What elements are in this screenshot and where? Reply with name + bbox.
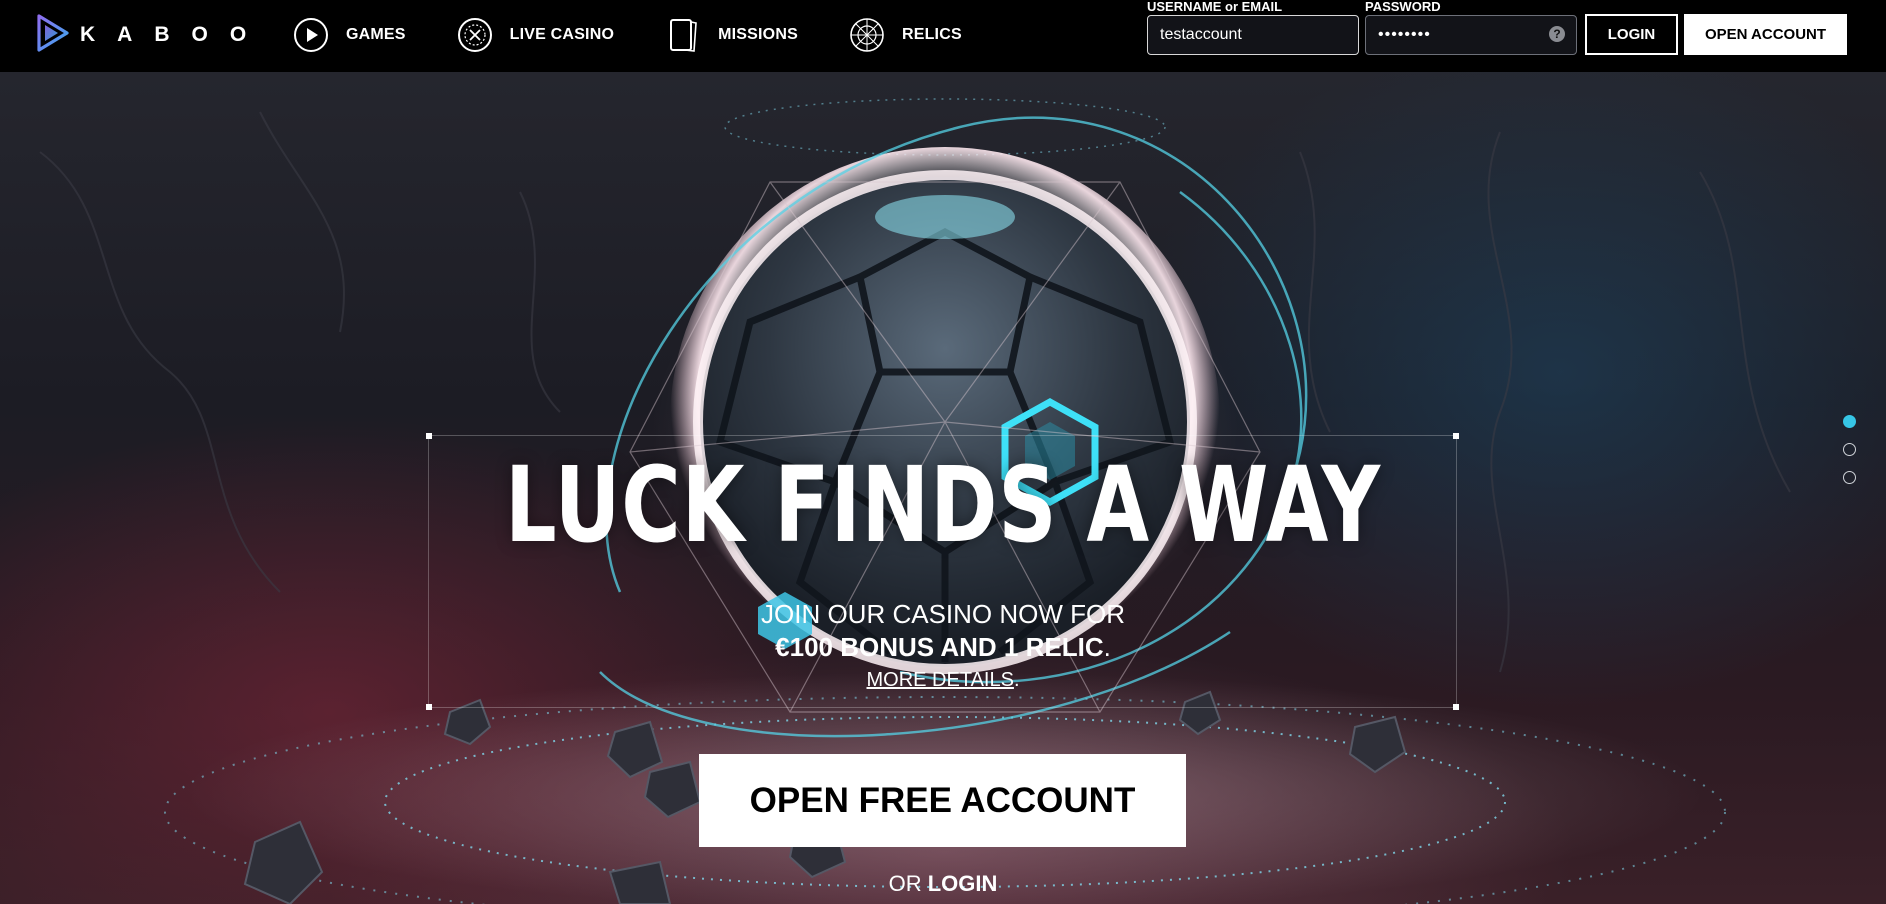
nav-item-relics[interactable]: RELICS: [848, 16, 962, 54]
nav-item-games[interactable]: GAMES: [292, 16, 406, 54]
nav-label-relics: RELICS: [901, 26, 962, 43]
nav-label-games: GAMES: [346, 26, 406, 43]
carousel-dot-1[interactable]: [1843, 415, 1856, 428]
frame-corner: [1453, 704, 1459, 710]
more-details-suffix: .: [1013, 669, 1020, 691]
hero-subline: JOIN OUR CASINO NOW FOR: [761, 599, 1125, 629]
main-nav: GAMES LIVE CASINO MISSIONS RELICS: [292, 12, 1012, 58]
password-input[interactable]: [1365, 15, 1577, 55]
offer-text: €100 BONUS AND 1 RELIC: [775, 632, 1104, 662]
password-group: PASSWORD ?: [1365, 0, 1577, 55]
nav-label-live-casino: LIVE CASINO: [509, 26, 615, 43]
help-icon[interactable]: ?: [1549, 26, 1565, 42]
or-login-row: OR LOGIN: [0, 871, 1886, 897]
brand-name: KABOO: [80, 23, 269, 46]
username-group: USERNAME or EMAIL: [1147, 0, 1359, 55]
cards-icon: [664, 16, 702, 54]
password-label: PASSWORD: [1365, 0, 1441, 14]
kaboo-play-logo-icon: [36, 13, 70, 57]
frame-corner: [426, 704, 432, 710]
play-circle-icon: [292, 16, 330, 54]
carousel-dot-3[interactable]: [1843, 471, 1856, 484]
username-input[interactable]: [1147, 15, 1359, 55]
kaboo-logo-link[interactable]: KABOO: [36, 13, 269, 57]
hero-login-link[interactable]: LOGIN: [928, 871, 998, 896]
top-navigation-bar: KABOO GAMES LIVE CASINO MISSIONS RELICS …: [0, 0, 1886, 72]
open-free-account-button[interactable]: OPEN FREE ACCOUNT: [699, 754, 1186, 847]
carousel-indicators: [1843, 415, 1857, 499]
more-details-row: MORE DETAILS.: [0, 669, 1886, 692]
nav-item-missions[interactable]: MISSIONS: [664, 16, 798, 54]
hero-offer: €100 BONUS AND 1 RELIC.: [0, 632, 1886, 662]
carousel-dot-2[interactable]: [1843, 443, 1856, 456]
relic-sphere-icon: [848, 16, 886, 54]
open-account-button[interactable]: OPEN ACCOUNT: [1684, 14, 1847, 55]
hero-headline: LUCK FINDS A WAY: [505, 444, 1381, 566]
nav-label-missions: MISSIONS: [718, 26, 798, 43]
nav-item-live-casino[interactable]: LIVE CASINO: [456, 16, 614, 54]
offer-suffix: .: [1103, 632, 1111, 662]
or-text: OR: [888, 871, 922, 896]
hero-banner: LUCK FINDS A WAY JOIN OUR CASINO NOW FOR…: [0, 72, 1886, 904]
more-details-link[interactable]: MORE DETAILS: [867, 669, 1014, 691]
login-button[interactable]: LOGIN: [1585, 14, 1678, 55]
frame-corner: [426, 433, 432, 439]
roulette-icon: [456, 16, 494, 54]
frame-corner: [1453, 433, 1459, 439]
username-label: USERNAME or EMAIL: [1147, 0, 1283, 14]
